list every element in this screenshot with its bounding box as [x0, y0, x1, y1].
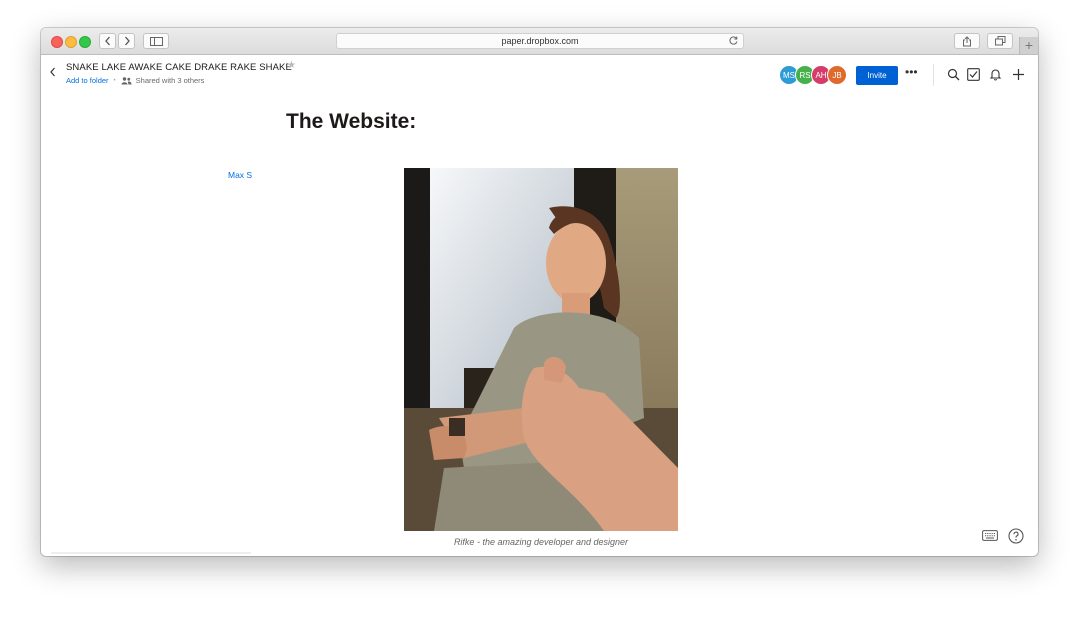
checkbox-icon[interactable] — [967, 68, 980, 81]
close-window-button[interactable] — [51, 36, 63, 48]
chevron-left-icon — [104, 36, 110, 46]
help-icon[interactable] — [1008, 528, 1024, 544]
star-icon[interactable]: ★ — [287, 60, 296, 71]
browser-titlebar: paper.dropbox.com + — [41, 28, 1038, 55]
meta-separator: • — [113, 77, 116, 84]
avatar[interactable]: JB — [827, 65, 847, 85]
browser-window: paper.dropbox.com + SNAKE LAKE AWAKE CAK… — [41, 28, 1038, 556]
chevron-right-icon — [124, 36, 130, 46]
tabs-overview-button[interactable] — [987, 33, 1013, 49]
browser-back-button[interactable] — [99, 33, 116, 49]
share-icon — [963, 35, 971, 46]
add-to-folder-link[interactable]: Add to folder — [66, 76, 109, 85]
toolbar-divider — [933, 64, 934, 86]
document-photo[interactable] — [404, 168, 678, 531]
address-bar[interactable]: paper.dropbox.com — [336, 33, 744, 49]
author-attribution[interactable]: Max S — [228, 170, 252, 180]
back-icon[interactable] — [49, 67, 57, 77]
sidebar-icon — [149, 36, 163, 46]
paper-header: SNAKE LAKE AWAKE CAKE DRAKE RAKE SHAKE ★… — [41, 55, 1038, 95]
document-title: SNAKE LAKE AWAKE CAKE DRAKE RAKE SHAKE — [66, 62, 292, 73]
collaborator-avatars: MS RS AH JB — [779, 65, 847, 85]
shared-with-text: Shared with 3 others — [135, 76, 205, 85]
reload-icon[interactable] — [728, 35, 739, 46]
search-icon[interactable] — [947, 68, 960, 81]
browser-forward-button[interactable] — [118, 33, 135, 49]
maximize-window-button[interactable] — [79, 36, 91, 48]
tabs-icon — [994, 36, 1005, 46]
minimize-window-button[interactable] — [65, 36, 77, 48]
invite-button[interactable]: Invite — [856, 66, 898, 85]
share-button[interactable] — [954, 33, 980, 49]
plus-icon[interactable] — [1012, 68, 1025, 81]
bell-icon[interactable] — [989, 68, 1002, 81]
horizontal-scroll-indicator[interactable] — [51, 552, 251, 554]
document-meta: Add to folder • Shared with 3 others — [66, 76, 204, 85]
people-icon — [121, 76, 132, 84]
more-options-button[interactable]: ••• — [905, 65, 918, 79]
new-tab-button[interactable]: + — [1019, 37, 1038, 54]
url-text: paper.dropbox.com — [501, 36, 579, 46]
section-heading[interactable]: The Website: — [286, 110, 416, 134]
keyboard-icon[interactable] — [982, 530, 998, 541]
photo-image — [404, 168, 678, 531]
photo-caption[interactable]: Rifke - the amazing developer and design… — [403, 537, 679, 547]
sidebar-toggle-button[interactable] — [143, 33, 169, 49]
